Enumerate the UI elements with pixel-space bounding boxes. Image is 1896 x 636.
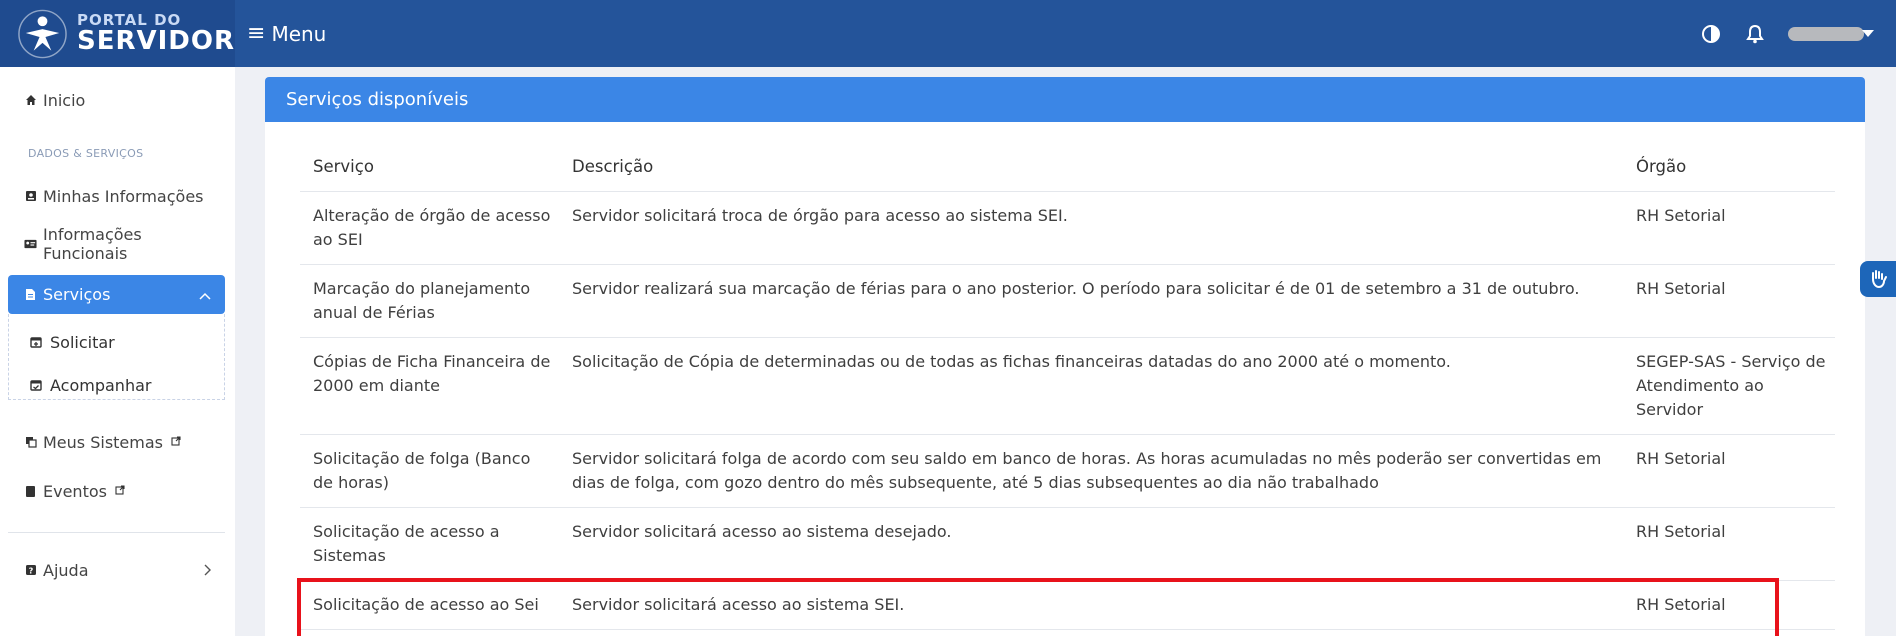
cell-descricao: Solicitação de Cópia de determinadas ou … [559,337,1623,435]
bell-icon[interactable] [1744,23,1766,45]
copy-icon [24,436,37,449]
services-panel: Serviços disponíveis Serviço Descrição Ó… [265,77,1865,636]
table-row[interactable]: Marcação do planejamento anual de Férias… [300,264,1835,338]
svg-text:?: ? [28,567,33,576]
sidebar-label: Informações Funcionais [43,225,142,263]
accessibility-hand-icon[interactable] [1860,261,1896,297]
external-link-icon [115,484,125,498]
sidebar-label: Minhas Informações [43,186,204,206]
top-header: PORTAL DO SERVIDOR ≡ Menu [0,0,1896,67]
user-menu-caret-icon [1862,30,1874,37]
chevron-up-icon [199,285,211,304]
external-link-icon [171,435,181,449]
sidebar-label: Serviços [43,285,111,304]
sidebar-item-ajuda[interactable]: ? Ajuda [8,551,225,589]
cell-descricao: Servidor solicitará acesso ao sistema de… [559,507,1623,581]
sidebar-label: Eventos [43,481,107,501]
sidebar-label: Inicio [43,90,86,110]
document-icon [24,288,37,301]
portal-logo[interactable]: PORTAL DO SERVIDOR [0,0,235,67]
column-header-orgao: Órgão [1623,142,1835,192]
cell-descricao: Servidor solicitará troca de órgão para … [559,191,1623,265]
submenu-item-acompanhar[interactable]: Acompanhar [30,376,151,395]
cell-descricao: Servidor solicitará folga de acordo com … [559,434,1623,508]
table-row[interactable]: Cópias de Ficha Financeira de 2000 em di… [300,337,1835,435]
sidebar-item-informacoes-funcionais[interactable]: Informações Funcionais [8,225,225,263]
submenu-label: Acompanhar [50,376,152,395]
cell-orgao: RH Setorial [1623,507,1835,581]
table-header-row: Serviço Descrição Órgão [300,142,1835,192]
sidebar-item-eventos[interactable]: Eventos [8,472,225,510]
cell-servico: Marcação do planejamento anual de Férias [300,264,559,338]
cell-servico: Cópias de Ficha Financeira de 2000 em di… [300,337,559,435]
sidebar-item-servicos[interactable]: Serviços [8,275,225,314]
sidebar: Inicio DADOS & SERVIÇOS Minhas Informaçõ… [0,67,235,636]
cell-orgao: RH Setorial [1623,580,1835,630]
sidebar-divider [8,532,225,533]
cell-orgao: RH Setorial [1623,191,1835,265]
cell-servico: Alteração de órgão de acesso ao SEI [300,191,559,265]
cell-descricao: Servidor realizará sua marcação de féria… [559,264,1623,338]
contrast-icon[interactable] [1700,23,1722,45]
cell-servico: Solicitação de acesso ao Sei [300,580,559,630]
chevron-right-icon [203,561,211,580]
user-menu[interactable] [1788,26,1874,41]
sidebar-item-inicio[interactable]: Inicio [8,81,225,119]
sidebar-label: Ajuda [43,560,89,580]
cell-descricao: Servidor solicitará acesso ao sistema SE… [559,580,1623,630]
calendar-plus-icon [30,333,42,352]
menu-button[interactable]: ≡ Menu [247,21,326,46]
avatar [1788,26,1864,41]
panel-title: Serviços disponíveis [265,77,1865,122]
cell-orgao: SEGEP-SAS - Serviço de Atendimento ao Se… [1623,337,1835,435]
book-icon [24,485,37,498]
menu-label: Menu [271,21,327,46]
sidebar-item-meus-sistemas[interactable]: Meus Sistemas [8,423,225,461]
question-icon: ? [24,564,37,577]
table-row[interactable]: Solicitação de acesso a Sistemas Servido… [300,507,1835,581]
sidebar-section-label: DADOS & SERVIÇOS [28,147,144,160]
services-table: Serviço Descrição Órgão Alteração de órg… [300,142,1835,630]
submenu-label: Solicitar [50,333,115,352]
table-row[interactable]: Alteração de órgão de acesso ao SEI Serv… [300,191,1835,265]
home-icon [24,94,37,107]
table-row[interactable]: Solicitação de acesso ao Sei Servidor so… [300,580,1835,630]
cell-orgao: RH Setorial [1623,264,1835,338]
id-card-icon [24,190,37,203]
column-header-servico: Serviço [300,142,559,192]
hamburger-icon: ≡ [247,21,266,46]
sidebar-item-minhas-informacoes[interactable]: Minhas Informações [8,177,225,215]
calendar-check-icon [30,376,42,395]
table-row[interactable]: Solicitação de folga (Banco de horas) Se… [300,434,1835,508]
cell-servico: Solicitação de acesso a Sistemas [300,507,559,581]
logo-line2: SERVIDOR [76,26,235,56]
cell-orgao: RH Setorial [1623,434,1835,508]
submenu-item-solicitar[interactable]: Solicitar [30,333,115,352]
cell-servico: Solicitação de folga (Banco de horas) [300,434,559,508]
column-header-descricao: Descrição [559,142,1623,192]
badge-icon [24,238,37,251]
sidebar-label: Meus Sistemas [43,432,163,452]
portal-logo-icon [18,9,67,58]
